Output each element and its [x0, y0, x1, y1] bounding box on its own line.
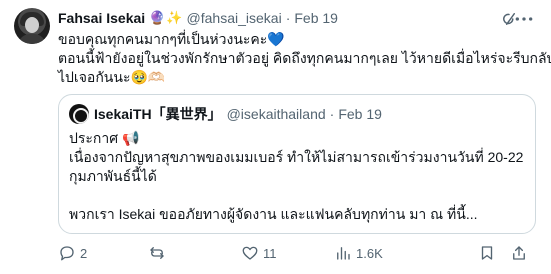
like-count: 11 — [263, 245, 277, 261]
quoted-text-line: เนื่องจากปัญหาสุขภาพของเมมเบอร์ ทำให้ไม่… — [69, 149, 524, 165]
like-button[interactable]: 11 — [241, 244, 277, 262]
views-count: 1.6K — [356, 245, 383, 261]
tweet-header: Fahsai Isekai 🔮 ✨ @fahsai_isekai · Feb 1… — [58, 8, 338, 28]
reply-button[interactable]: 2 — [58, 244, 87, 262]
tweet-text-line: ขอบคุณทุกคนมากๆที่เป็นห่วงนะคะ💙 — [58, 31, 285, 47]
quoted-author-display-name: IsekaiTH「異世界」 — [94, 106, 222, 122]
quoted-tweet-text: ประกาศ 📢 เนื่องจากปัญหาสุขภาพของเมมเบอร์… — [69, 129, 524, 224]
quoted-tweet-timestamp: Feb 19 — [338, 106, 382, 122]
bookmark-button[interactable] — [478, 244, 496, 262]
avatar-body — [18, 34, 46, 44]
header-separator: · — [285, 10, 291, 26]
quoted-author-handle: @isekaithailand — [226, 106, 326, 122]
quoted-tweet-header: IsekaiTH「異世界」 @isekaithailand · Feb 19 — [69, 104, 382, 124]
quoted-header-separator: · — [329, 106, 335, 122]
author-avatar[interactable] — [14, 8, 50, 44]
author-display-name[interactable]: Fahsai Isekai — [58, 10, 145, 26]
tweet: Fahsai Isekai 🔮 ✨ @fahsai_isekai · Feb 1… — [0, 0, 551, 274]
sparkles-badge: ✨ — [166, 10, 183, 25]
share-button[interactable] — [510, 244, 528, 262]
tweet-text-line: ตอนนี้ฟ้ายังอยู่ในช่วงพักรักษาตัวอยู่ คิ… — [58, 50, 551, 66]
quoted-text-line: ประกาศ 📢 — [69, 130, 140, 146]
retweet-button[interactable] — [148, 244, 170, 262]
quoted-author-avatar — [69, 104, 89, 124]
share-icon — [510, 244, 528, 262]
tweet-text-line: ไปเจอกันนะ🥹🫶🏻 — [58, 69, 166, 85]
quoted-text-line: พวกเรา Isekai ขออภัยทางผู้จัดงาน และแฟนค… — [69, 206, 478, 222]
tweet-text: ขอบคุณทุกคนมากๆที่เป็นห่วงนะคะ💙 ตอนนี้ฟ้… — [58, 30, 551, 87]
tweet-actions: 2 11 1.6K — [58, 242, 538, 264]
crystal-ball-badge: 🔮 — [149, 10, 166, 25]
reply-icon — [58, 244, 76, 262]
quoted-tweet[interactable]: IsekaiTH「異世界」 @isekaithailand · Feb 19 ป… — [58, 94, 536, 234]
quoted-text-line — [69, 186, 524, 205]
avatar-face — [25, 17, 39, 33]
quoted-text-line: กุมภาพันธ์นี้ได้ — [69, 168, 157, 184]
tweet-timestamp[interactable]: Feb 19 — [294, 10, 338, 26]
author-handle[interactable]: @fahsai_isekai — [187, 10, 282, 26]
reply-count: 2 — [80, 245, 88, 261]
views-chart-icon — [334, 244, 352, 262]
retweet-icon — [148, 244, 166, 262]
bookmark-icon — [478, 244, 496, 262]
more-horizontal-icon[interactable] — [511, 10, 537, 28]
heart-icon — [241, 244, 259, 262]
views-button[interactable]: 1.6K — [334, 244, 383, 262]
